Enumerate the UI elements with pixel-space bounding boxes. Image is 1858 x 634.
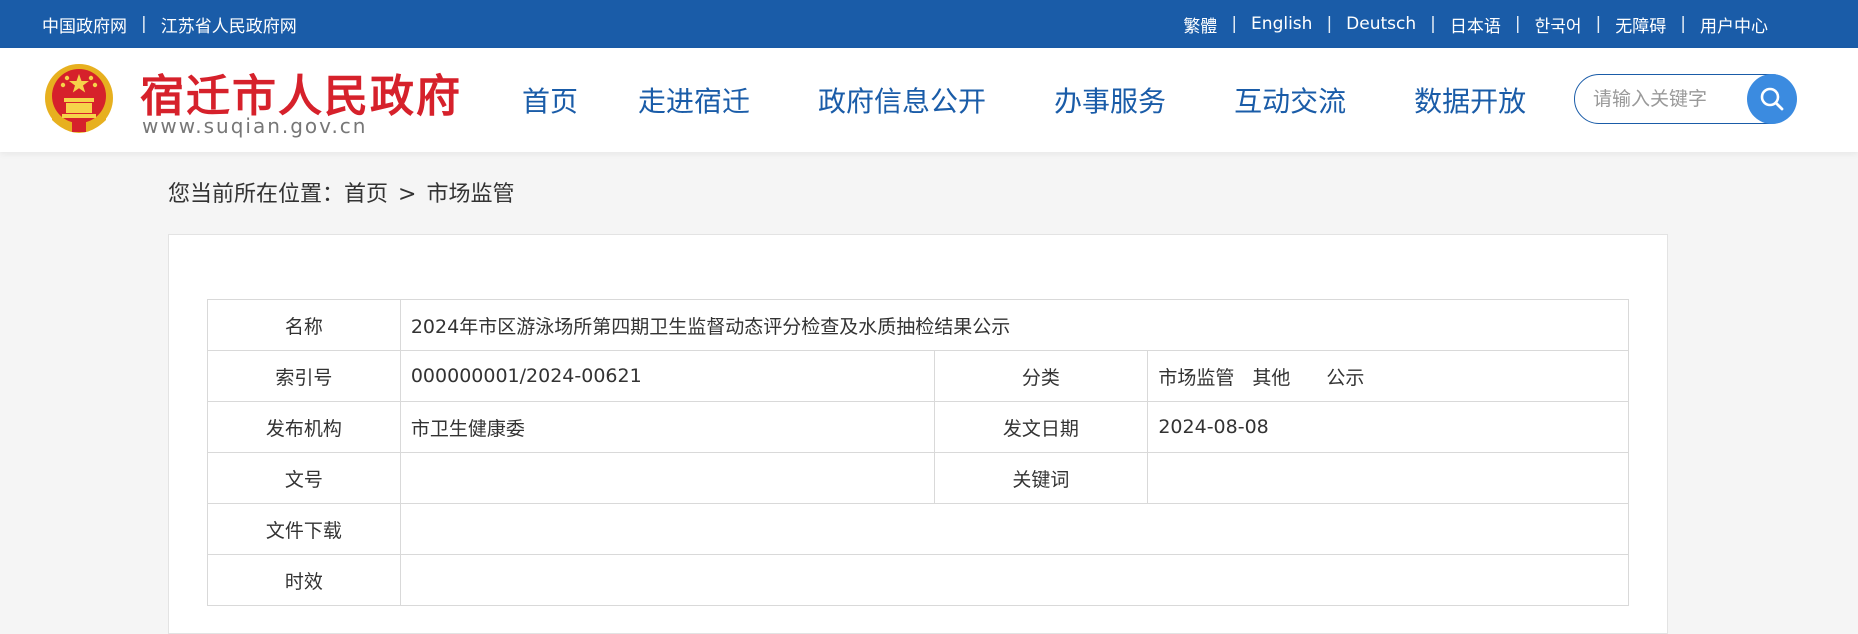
top-bar: 中国政府网 | 江苏省人民政府网 繁體 | English | Deutsch …	[0, 0, 1858, 48]
separator: |	[1595, 14, 1602, 34]
date-value: 2024-08-08	[1147, 401, 1629, 453]
national-emblem-icon	[45, 64, 113, 133]
search-button[interactable]	[1747, 74, 1797, 124]
nav-home[interactable]: 首页	[522, 80, 578, 120]
table-row: 索引号 000000001/2024-00621 分类 市场监管 其他 公示	[207, 350, 1629, 402]
link-gov-cn[interactable]: 中国政府网	[42, 12, 127, 37]
validity-label: 时效	[207, 554, 401, 606]
nav-about-suqian[interactable]: 走进宿迁	[638, 80, 750, 120]
doc-number-value	[399, 452, 935, 504]
category-item: 其他	[1252, 366, 1291, 389]
category-item: 公示	[1326, 366, 1365, 389]
table-row: 文号 关键词	[207, 452, 1629, 504]
table-row: 时效	[207, 554, 1630, 606]
link-traditional-chinese[interactable]: 繁體	[1183, 12, 1217, 37]
table-row: 文件下载	[207, 503, 1630, 555]
name-value: 2024年市区游泳场所第四期卫生监督动态评分检查及水质抽检结果公示	[399, 299, 1630, 351]
doc-number-label: 文号	[207, 452, 401, 504]
date-label: 发文日期	[933, 401, 1149, 453]
link-japanese[interactable]: 日本语	[1450, 12, 1501, 37]
site-header: 宿迁市人民政府 www.suqian.gov.cn 首页 走进宿迁 政府信息公开…	[0, 48, 1858, 152]
download-label: 文件下载	[207, 503, 401, 555]
top-bar-left-links: 中国政府网 | 江苏省人民政府网	[42, 0, 297, 48]
link-accessibility[interactable]: 无障碍	[1615, 12, 1666, 37]
table-row: 发布机构 市卫生健康委 发文日期 2024-08-08	[207, 401, 1629, 453]
search-icon	[1760, 87, 1784, 111]
keyword-label: 关键词	[933, 452, 1149, 504]
breadcrumb-market-supervision[interactable]: 市场监管	[426, 182, 514, 207]
search-input[interactable]	[1593, 76, 1753, 122]
category-value: 市场监管 其他 公示	[1147, 350, 1629, 402]
separator: |	[1231, 14, 1238, 34]
separator: |	[1680, 14, 1686, 34]
nav-services[interactable]: 办事服务	[1054, 80, 1166, 120]
nav-gov-info[interactable]: 政府信息公开	[818, 80, 986, 120]
breadcrumb-home[interactable]: 首页	[344, 182, 388, 207]
separator: |	[1514, 14, 1521, 34]
publisher-label: 发布机构	[207, 401, 401, 453]
publisher-value: 市卫生健康委	[399, 401, 935, 453]
index-label: 索引号	[207, 350, 401, 402]
site-url: www.suqian.gov.cn	[142, 114, 368, 138]
breadcrumb-prefix: 您当前所在位置：	[168, 182, 345, 207]
separator: |	[1326, 14, 1333, 34]
link-deutsch[interactable]: Deutsch	[1346, 14, 1416, 34]
category-item: 市场监管	[1158, 366, 1235, 389]
main-nav: 首页 走进宿迁 政府信息公开 办事服务 互动交流 数据开放	[500, 48, 1526, 152]
index-value: 000000001/2024-00621	[399, 350, 935, 402]
name-label: 名称	[207, 299, 401, 351]
top-bar-right-links: 繁體 | English | Deutsch | 日本语 | 한국어 | 无障碍…	[1183, 0, 1768, 48]
link-korean[interactable]: 한국어	[1535, 12, 1582, 37]
link-user-center[interactable]: 用户中心	[1700, 12, 1768, 37]
link-jiangsu-gov[interactable]: 江苏省人民政府网	[161, 12, 297, 37]
link-english[interactable]: English	[1251, 14, 1312, 34]
separator: |	[1430, 14, 1436, 34]
info-table: 名称 2024年市区游泳场所第四期卫生监督动态评分检查及水质抽检结果公示 索引号…	[207, 299, 1630, 606]
nav-open-data[interactable]: 数据开放	[1414, 80, 1526, 120]
nav-interaction[interactable]: 互动交流	[1234, 80, 1346, 120]
validity-value	[399, 554, 1630, 606]
separator: |	[141, 14, 147, 34]
table-row: 名称 2024年市区游泳场所第四期卫生监督动态评分检查及水质抽检结果公示	[207, 299, 1630, 351]
search-box	[1574, 74, 1797, 124]
breadcrumb: 您当前所在位置：首页 > 市场监管	[168, 176, 514, 208]
content-panel: 名称 2024年市区游泳场所第四期卫生监督动态评分检查及水质抽检结果公示 索引号…	[168, 234, 1668, 634]
download-value	[399, 503, 1630, 555]
keyword-value	[1147, 452, 1629, 504]
breadcrumb-separator: >	[398, 182, 417, 207]
category-label: 分类	[933, 350, 1149, 402]
